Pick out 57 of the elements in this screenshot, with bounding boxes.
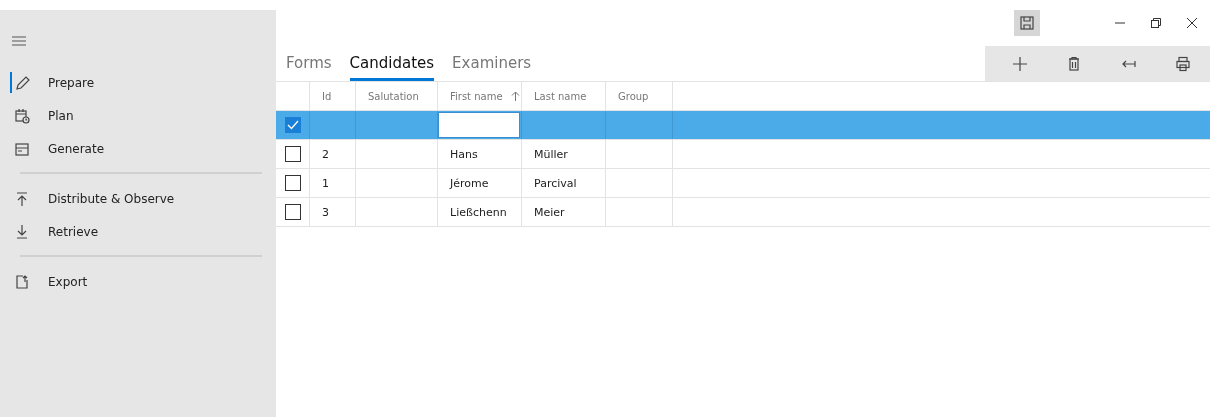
row-checkbox[interactable] bbox=[284, 204, 301, 220]
sort-arrow-icon bbox=[510, 91, 520, 101]
nav-label: Prepare bbox=[48, 75, 95, 90]
table-cell: Ließchenn bbox=[450, 205, 507, 219]
row-checkbox[interactable] bbox=[284, 146, 301, 162]
calendar-icon bbox=[14, 107, 30, 124]
column-label: Last name bbox=[534, 90, 587, 102]
table-cell: Müller bbox=[534, 147, 568, 161]
upload-icon bbox=[14, 190, 30, 207]
table-row[interactable]: 1 Jérome Parcival bbox=[276, 169, 1210, 198]
menu-button[interactable] bbox=[12, 34, 28, 48]
menu-icon bbox=[12, 36, 26, 46]
tray-icon bbox=[14, 140, 30, 157]
nav-label: Distribute & Observe bbox=[48, 191, 175, 206]
nav-label: Plan bbox=[48, 108, 74, 123]
row-checkbox[interactable] bbox=[284, 175, 301, 191]
cell-input-field[interactable] bbox=[438, 112, 520, 138]
pencil-icon bbox=[14, 74, 30, 91]
printer-icon bbox=[1174, 55, 1191, 72]
table-row[interactable]: 3 Ließchenn Meier bbox=[276, 198, 1210, 227]
close-icon bbox=[1187, 18, 1197, 28]
column-label: Id bbox=[322, 90, 332, 102]
table-cell: Meier bbox=[534, 205, 565, 219]
nav-label: Generate bbox=[48, 141, 105, 156]
table-cell: Parcival bbox=[534, 176, 577, 190]
nav-item[interactable]: Retrieve bbox=[0, 215, 276, 248]
column-header[interactable]: First name bbox=[438, 82, 522, 110]
table-cell: 3 bbox=[322, 205, 329, 219]
export-icon bbox=[14, 273, 30, 290]
nav-item[interactable]: Prepare bbox=[0, 66, 276, 99]
nav-item[interactable]: Export bbox=[0, 265, 276, 298]
nav-label: Retrieve bbox=[48, 224, 99, 239]
tab[interactable]: Examiners bbox=[452, 46, 532, 81]
restore-icon bbox=[1151, 18, 1161, 28]
column-label: Salutation bbox=[368, 90, 419, 102]
floppy-disk-icon bbox=[1020, 16, 1034, 30]
nav-item[interactable]: Generate bbox=[0, 132, 276, 165]
table-cell: 1 bbox=[322, 176, 329, 190]
column-header[interactable]: Salutation bbox=[356, 82, 438, 110]
column-header[interactable]: Id bbox=[310, 82, 356, 110]
table-cell: Jérome bbox=[450, 176, 489, 190]
tab[interactable]: Forms bbox=[286, 46, 332, 81]
nav-item[interactable]: Distribute & Observe bbox=[0, 182, 276, 215]
table-row[interactable] bbox=[276, 111, 1210, 140]
row-checkbox[interactable] bbox=[284, 117, 301, 133]
table-cell: 2 bbox=[322, 147, 329, 161]
download-icon bbox=[14, 223, 30, 240]
column-label: Group bbox=[618, 90, 649, 102]
table-cell: Hans bbox=[450, 147, 478, 161]
table-row[interactable]: 2 Hans Müller bbox=[276, 140, 1210, 169]
nav-item[interactable]: Plan bbox=[0, 99, 276, 132]
save-button[interactable] bbox=[1014, 10, 1040, 36]
add-icon bbox=[1012, 55, 1029, 72]
column-header[interactable]: Last name bbox=[522, 82, 606, 110]
column-header[interactable]: Group bbox=[606, 82, 673, 110]
nav-label: Export bbox=[48, 274, 88, 289]
column-label: First name bbox=[450, 90, 503, 102]
